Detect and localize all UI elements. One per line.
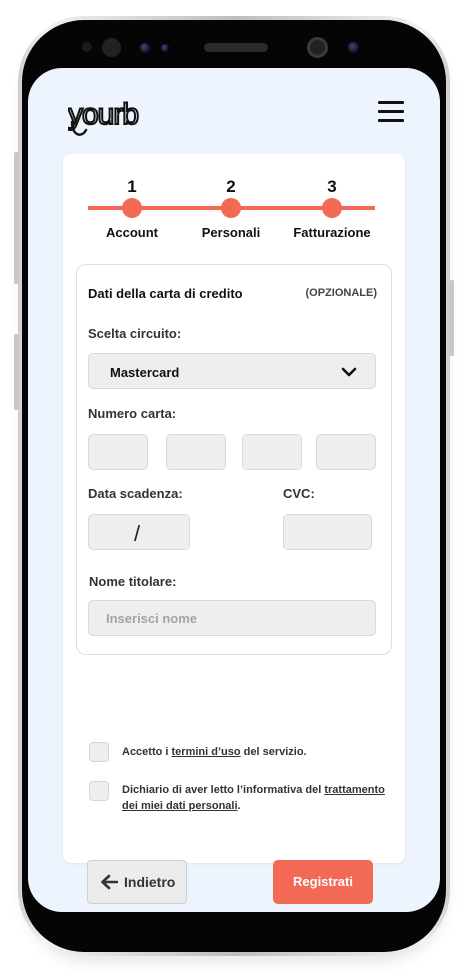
phone-sensor [140,43,150,53]
phone-volume-button [14,152,19,284]
app-screen: yourb 1 Account 2 Personali 3 Fatturazio… [28,68,440,912]
card-number-label: Numero carta: [88,406,177,421]
register-label: Registrati [293,874,353,889]
registration-card: 1 Account 2 Personali 3 Fatturazione Dat… [63,154,405,904]
credit-card-section: Dati della carta di credito (OPZIONALE) … [76,264,392,655]
phone-sensor [82,42,92,52]
holder-name-input[interactable]: Inserisci nome [88,600,376,636]
card-number-group-4[interactable] [316,434,376,470]
card-number-group-1[interactable] [88,434,148,470]
cvc-input[interactable] [283,514,372,550]
register-button[interactable]: Registrati [273,860,373,904]
step-label: Fatturazione [293,225,371,240]
yourb-logo: yourb [68,98,140,136]
holder-name-placeholder: Inserisci nome [106,611,198,626]
privacy-suffix: . [237,800,241,812]
privacy-link-cont[interactable]: dei miei dati personali [122,800,238,812]
section-title: Dati della carta di credito [88,286,243,301]
circuit-selected-value: Mastercard [110,365,180,380]
cvc-label: CVC: [283,486,315,501]
phone-camera-icon [307,37,328,58]
chevron-down-icon [341,367,357,377]
back-button[interactable]: Indietro [87,860,187,904]
expiry-label: Data scadenza: [88,486,183,501]
svg-text:yourb: yourb [68,98,138,131]
terms-text: Accetto i termini d’uso del servizio. [122,744,382,760]
terms-checkbox[interactable] [89,742,109,762]
circuit-label: Scelta circuito: [88,326,182,341]
phone-front-camera-icon [102,38,121,57]
step-dot [221,198,241,218]
arrow-left-icon [101,874,118,890]
step-dot [122,198,142,218]
privacy-prefix: Dichiario di aver letto l’informativa de… [122,784,325,796]
terms-link[interactable]: termini d’uso [172,746,241,758]
terms-prefix: Accetto i [122,746,172,758]
phone-power-button [449,280,454,356]
privacy-text: Dichiario di aver letto l’informativa de… [122,782,397,814]
back-label: Indietro [124,874,176,890]
optional-badge: (OPZIONALE) [305,287,378,299]
expiry-input[interactable]: / [88,514,190,550]
step-dot [322,198,342,218]
privacy-link[interactable]: trattamento [324,784,385,796]
circuit-select[interactable]: Mastercard [88,353,376,389]
phone-side-button [14,334,19,410]
hamburger-menu-icon[interactable] [378,101,404,123]
expiry-separator: / [134,521,141,546]
holder-label: Nome titolare: [89,574,177,589]
card-number-group-3[interactable] [242,434,302,470]
privacy-checkbox[interactable] [89,781,109,801]
phone-speaker [204,43,268,52]
phone-sensor [161,44,169,52]
card-number-group-2[interactable] [166,434,226,470]
step-number: 3 [327,177,337,196]
phone-sensor [348,42,359,53]
terms-suffix: del servizio. [240,746,307,758]
